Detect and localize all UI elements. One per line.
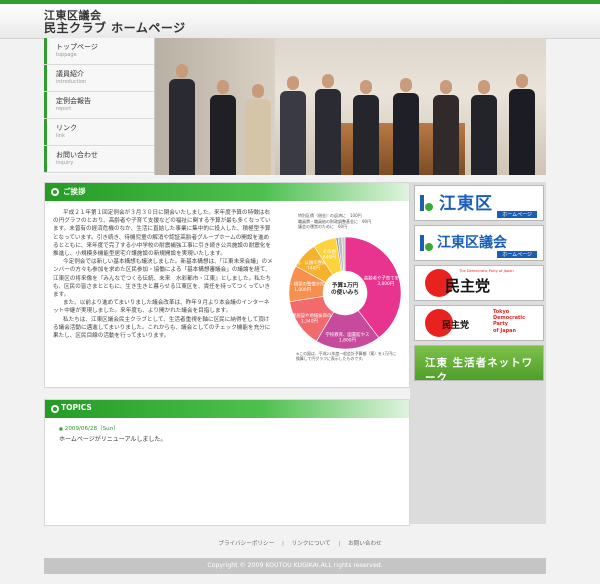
nav-sublabel: toppage <box>56 52 77 58</box>
chart-note-bottom: ※この図は、平成21年度一般会計予算額（案）を1万円に換算して円グラフに表示した… <box>296 351 397 361</box>
slice-label: その他 640円 <box>323 248 337 261</box>
greeting-paragraph: また、以前より進めてまいりました議会改革は、昨年９月より本会議のインターネット中… <box>53 300 270 315</box>
budget-chart: 特別区債（借金）の返済に 100円 職員費・職員給の財政調整基金に 90円 議会… <box>275 211 407 383</box>
banner-label: 民主党 <box>445 277 491 295</box>
nav-item-introduction[interactable]: 議員紹介 introduction <box>44 65 154 92</box>
koto-logo-icon <box>420 195 433 211</box>
site-title[interactable]: 江東区議会 民主クラブ ホームページ <box>44 9 186 35</box>
nav-item-top[interactable]: トップページ toppage <box>44 38 154 65</box>
group-photo <box>155 38 546 175</box>
sidebar-banners: 江東区 ホームページ 江東区議会 ホームページ The Democratic P… <box>410 182 546 524</box>
koto-logo-icon <box>420 235 433 251</box>
footer-separator: | <box>281 541 284 547</box>
bullet-icon <box>51 405 59 413</box>
copyright-bar: Copyright © 2009 KOUTOU KUGIKAI.ALL righ… <box>44 558 546 574</box>
privacy-policy-link[interactable]: プライバシーポリシー <box>218 541 274 547</box>
footer-nav: プライバシーポリシー | リンクについて | お問い合わせ <box>0 539 600 547</box>
seikatsusha-network-banner[interactable]: 江東 生活者ネットワーク <box>414 345 544 381</box>
banner-stack-line: of Japan <box>493 327 517 334</box>
banner-stack: Tokyo Democratic Party of Japan <box>493 309 525 334</box>
nav-label: お問い合わせ <box>56 151 98 159</box>
about-links-link[interactable]: リンクについて <box>292 541 331 547</box>
photo-person <box>471 80 497 175</box>
photo-person <box>280 76 306 175</box>
nav-item-link[interactable]: リンク link <box>44 119 154 146</box>
nav-sublabel: introduction <box>56 79 87 85</box>
footer-separator: | <box>338 541 341 547</box>
greeting-paragraph: 私たちは、江東区議会民主クラブとして、生活者重視を軸に区民に納得をして頂ける議会… <box>53 316 271 340</box>
global-nav: トップページ toppage 議員紹介 introduction 定例会報告 r… <box>44 38 155 175</box>
greeting-panel: ご挨拶 平成２１年第１回定例会が３月３０日に閉会いたしました。来年度予算の特徴は… <box>44 182 410 388</box>
koto-assembly-banner[interactable]: 江東区議会 ホームページ <box>414 225 544 261</box>
photo-person <box>210 80 236 175</box>
chart-title: 予算1万円の使いみち <box>331 283 359 296</box>
greeting-header: ご挨拶 <box>45 183 409 201</box>
topics-panel: TOPICS 2009/06/28（Sun） ホームページがリニューアルしました… <box>44 399 410 526</box>
photo-person <box>509 74 535 175</box>
topic-date: 2009/06/28（Sun） <box>59 424 119 432</box>
tokyo-dpj-banner[interactable]: 民主党 Tokyo Democratic Party of Japan <box>414 305 544 341</box>
banner-label: 江東区 <box>439 194 493 214</box>
photo-person <box>169 64 195 175</box>
banner-sub: ホームページ <box>497 251 537 258</box>
photo-person <box>433 80 459 175</box>
banner-small: The Democratic Party of Japan <box>459 269 514 273</box>
contact-link[interactable]: お問い合わせ <box>348 541 382 547</box>
greeting-body: 平成２１年第１回定例会が３月３０日に閉会いたしました。来年度予算の特徴は右の円グ… <box>53 209 273 340</box>
dpj-banner[interactable]: The Democratic Party of Japan 民主党 <box>414 265 544 301</box>
topics-title: TOPICS <box>61 403 92 412</box>
topic-text[interactable]: ホームページがリニューアルしました。 <box>59 434 166 443</box>
hero-area: トップページ toppage 議員紹介 introduction 定例会報告 r… <box>44 38 546 175</box>
bullet-icon <box>51 188 59 196</box>
nav-sublabel: inquiry <box>56 160 74 166</box>
topics-header: TOPICS <box>45 400 409 418</box>
photo-person <box>353 80 379 175</box>
nav-label: トップページ <box>56 43 98 51</box>
nav-sublabel: report <box>56 106 72 112</box>
photo-person <box>393 78 419 175</box>
greeting-paragraph: 平成２１年第１回定例会が３月３０日に閉会いたしました。来年度予算の特徴は右の円グ… <box>53 210 271 258</box>
banner-label: 江東区議会 <box>437 235 507 251</box>
banner-sub: ホームページ <box>497 211 537 218</box>
site-title-line2: 民主クラブ ホームページ <box>44 21 186 35</box>
banner-label: 江東 生活者ネットワーク <box>425 357 534 381</box>
banner-label: 民主党 <box>442 321 470 331</box>
koto-ward-banner[interactable]: 江東区 ホームページ <box>414 185 544 221</box>
nav-item-report[interactable]: 定例会報告 report <box>44 92 154 119</box>
nav-label: リンク <box>56 124 77 132</box>
photo-person <box>315 74 341 175</box>
nav-sublabel: link <box>56 133 65 139</box>
photo-person <box>245 84 271 175</box>
nav-item-inquiry[interactable]: お問い合わせ inquiry <box>44 146 154 173</box>
nav-label: 定例会報告 <box>56 97 91 105</box>
greeting-title: ご挨拶 <box>63 187 86 196</box>
greeting-paragraph: 今定例会では新しい基本構想も議決しました。新基本構想は、「江東未来会議」のメンバ… <box>53 259 273 299</box>
nav-label: 議員紹介 <box>56 70 84 78</box>
site-header: 江東区議会 民主クラブ ホームページ <box>0 4 600 39</box>
